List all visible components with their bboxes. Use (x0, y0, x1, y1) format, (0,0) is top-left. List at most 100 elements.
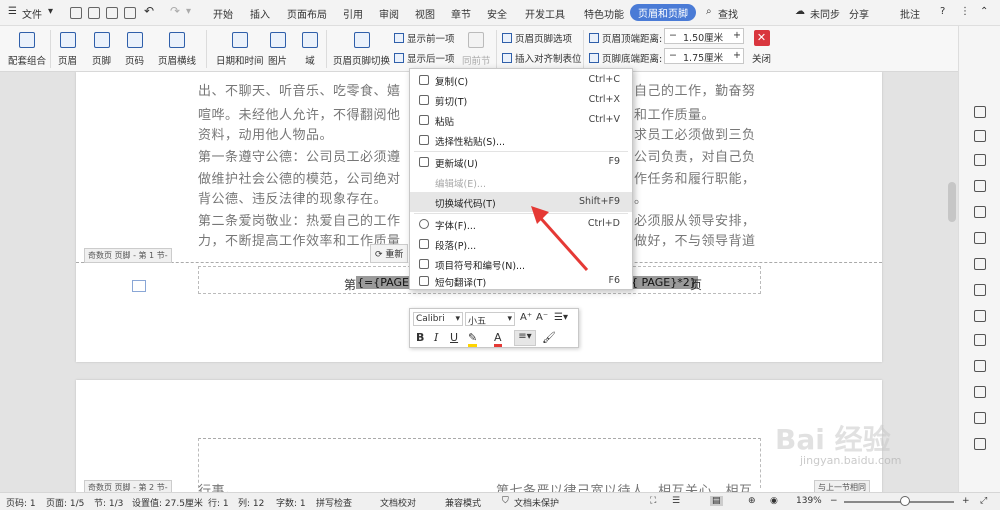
grow-font-icon[interactable]: A⁺ (520, 312, 532, 323)
collapse-icon[interactable]: ⌃ (980, 6, 988, 17)
preview-icon[interactable] (124, 7, 136, 19)
read-view-icon[interactable]: ◉ (770, 496, 778, 506)
decrement-button[interactable]: − (669, 50, 677, 61)
protection-status[interactable]: 文档未保护 (514, 496, 559, 509)
more-icon[interactable]: ⋮ (960, 6, 970, 17)
tab-layout[interactable]: 页面布局 (287, 6, 327, 21)
export-icon[interactable] (88, 7, 100, 19)
tab-features[interactable]: 特色功能 (584, 6, 624, 21)
highlight-icon[interactable]: ✎ (468, 331, 478, 347)
page-icon[interactable] (132, 280, 146, 292)
comment-button[interactable]: 批注 (900, 6, 920, 21)
view-icon[interactable]: ☰ (672, 496, 680, 506)
menu-item-paragraph[interactable]: 段落(P)... (410, 234, 632, 254)
fullscreen-icon[interactable]: ⛶ (650, 496, 656, 506)
menu-item-paste-special[interactable]: 选择性粘贴(S)... (410, 130, 632, 150)
tab-view[interactable]: 视图 (415, 6, 435, 21)
menu-item-paste[interactable]: 粘贴 Ctrl+V (410, 110, 632, 130)
stamp-icon[interactable] (974, 360, 986, 372)
tools-icon[interactable] (974, 438, 986, 450)
bottom-distance-stepper[interactable]: − 1.75厘米 + (664, 48, 744, 64)
tab-review[interactable]: 审阅 (379, 6, 399, 21)
file-menu[interactable]: 文件 (22, 6, 42, 21)
tab-chapter[interactable]: 章节 (451, 6, 471, 21)
top-distance-input[interactable]: 1.50厘米 (683, 30, 723, 44)
increment-button[interactable]: + (733, 50, 741, 61)
font-select[interactable]: Calibri ▾ (413, 312, 463, 326)
help-icon[interactable]: ? (940, 6, 945, 17)
layout-icon[interactable] (974, 334, 986, 346)
bottom-distance-input[interactable]: 1.75厘米 (683, 50, 723, 64)
chevron-down-icon[interactable]: ▾ (48, 6, 53, 17)
page-view-icon[interactable]: ▤ (710, 496, 723, 506)
format-painter-icon[interactable]: 🖌 (542, 331, 556, 344)
edit-icon[interactable] (974, 206, 986, 218)
print-icon[interactable] (106, 7, 118, 19)
cursor-icon[interactable] (974, 130, 986, 142)
picture-button[interactable]: 图片 (268, 32, 287, 67)
location-icon[interactable] (974, 154, 986, 166)
cloud-icon[interactable]: ☁ (795, 6, 805, 17)
show-next-button[interactable]: 显示后一项 (394, 51, 455, 65)
hf-options-button[interactable]: 页眉页脚选项 (502, 31, 572, 45)
menu-item-translate[interactable]: 短句翻译(T) F6 (410, 271, 632, 291)
share-icon[interactable] (974, 386, 986, 398)
shapes-icon[interactable] (974, 180, 986, 192)
table-icon[interactable] (974, 284, 986, 296)
pointer-icon[interactable] (974, 106, 986, 118)
switch-header-footer-button[interactable]: 页眉页脚切换 (333, 32, 390, 67)
tab-references[interactable]: 引用 (343, 6, 363, 21)
grid-icon[interactable] (974, 258, 986, 270)
chart-icon[interactable] (974, 232, 986, 244)
page-2[interactable]: 奇数页 页脚 - 第 2 节- 行事。 第七条严以律己宽以待人，相互关心，相互 … (76, 380, 882, 492)
datetime-button[interactable]: 日期和时间 (216, 32, 264, 67)
font-color-icon[interactable]: A (494, 331, 502, 347)
insert-tab-stop-button[interactable]: 插入对齐制表位 (502, 51, 582, 65)
menu-item-cut[interactable]: 剪切(T) Ctrl+X (410, 90, 632, 110)
zoom-slider-handle[interactable] (900, 496, 910, 506)
decrement-button[interactable]: − (669, 30, 677, 41)
search-button[interactable]: 查找 (718, 6, 738, 21)
tab-security[interactable]: 安全 (487, 6, 507, 21)
sync-status[interactable]: 未同步 (810, 6, 840, 21)
share-button[interactable]: 分享 (849, 6, 869, 21)
bold-button[interactable]: B (416, 331, 424, 344)
size-select[interactable]: 小五 ▾ (465, 312, 515, 327)
proofread-button[interactable]: 文档校对 (380, 496, 416, 509)
menu-item-font[interactable]: 字体(F)... Ctrl+D (410, 214, 632, 234)
increment-button[interactable]: + (733, 30, 741, 41)
search-icon[interactable]: ⌕ (706, 6, 712, 17)
footer-button[interactable]: 页脚 (92, 32, 111, 67)
status-words[interactable]: 字数: 1 (276, 496, 306, 509)
translate-icon[interactable] (974, 412, 986, 424)
save-icon[interactable] (70, 7, 82, 19)
menu-item-edit-field[interactable]: 编辑域(E)... (410, 172, 632, 192)
header-button[interactable]: 页眉 (58, 32, 77, 67)
spell-check-button[interactable]: 拼写检查 (316, 496, 352, 509)
tab-developer[interactable]: 开发工具 (525, 6, 565, 21)
close-button[interactable]: ✕ 关闭 (752, 30, 771, 65)
line-spacing-icon[interactable]: ☰▾ (554, 312, 568, 323)
web-view-icon[interactable]: ⊕ (748, 496, 756, 506)
show-prev-button[interactable]: 显示前一项 (394, 31, 455, 45)
chevron-down-icon[interactable]: ▾ (186, 6, 191, 17)
zoom-level[interactable]: 139% (796, 496, 822, 506)
zoom-slider[interactable] (844, 501, 954, 503)
hamburger-icon[interactable]: ☰ (8, 6, 17, 17)
tab-header-footer[interactable]: 页眉和页脚 (630, 4, 696, 21)
align-icon[interactable]: ≡▾ (514, 330, 536, 346)
shrink-font-icon[interactable]: A⁻ (536, 312, 548, 323)
combo-button[interactable]: 配套组合 (8, 32, 46, 67)
tab-home[interactable]: 开始 (213, 6, 233, 21)
italic-button[interactable]: I (434, 331, 438, 344)
menu-item-copy[interactable]: 复制(C) Ctrl+C (410, 70, 632, 90)
menu-item-toggle-field-codes[interactable]: 切换域代码(T) Shift+F9 (410, 192, 632, 212)
header-line-button[interactable]: 页眉横线 (158, 32, 196, 67)
same-as-prev-button[interactable]: 同前节 (462, 32, 491, 67)
menu-item-update-field[interactable]: 更新域(U) F9 (410, 152, 632, 172)
zoom-out-button[interactable]: − (830, 496, 838, 506)
redo-icon[interactable]: ↷ (170, 4, 180, 18)
vertical-scrollbar[interactable] (948, 182, 956, 222)
image-icon[interactable] (974, 310, 986, 322)
field-button[interactable]: 域 (302, 32, 318, 67)
